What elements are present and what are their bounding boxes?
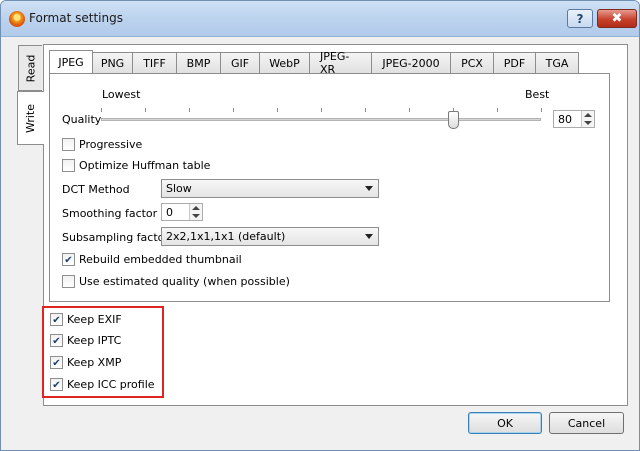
keep-iptc-checkbox[interactable] bbox=[50, 334, 63, 347]
subsampling-factor-select[interactable]: 2x2,1x1,1x1 (default) bbox=[161, 227, 379, 246]
slider-tick bbox=[409, 108, 410, 112]
format-settings-dialog: Format settings ? ✖ Read Write JPEG PNG … bbox=[0, 0, 640, 451]
smoothing-factor-spinbox[interactable]: 0 bbox=[161, 203, 203, 221]
cancel-button[interactable]: Cancel bbox=[549, 412, 624, 434]
keep-icc-label: Keep ICC profile bbox=[67, 378, 155, 391]
keep-iptc-label: Keep IPTC bbox=[67, 334, 122, 347]
tab-pdf[interactable]: PDF bbox=[493, 52, 536, 73]
keep-icc-checkbox[interactable] bbox=[50, 378, 63, 391]
keep-xmp-checkbox[interactable] bbox=[50, 356, 63, 369]
rebuild-thumbnail-label: Rebuild embedded thumbnail bbox=[79, 253, 242, 266]
rebuild-thumbnail-checkbox[interactable] bbox=[62, 253, 75, 266]
slider-tick bbox=[277, 108, 278, 112]
optimize-huffman-label: Optimize Huffman table bbox=[79, 159, 211, 172]
slider-tick bbox=[497, 108, 498, 112]
window-title: Format settings bbox=[29, 11, 123, 25]
smoothing-spin-arrows[interactable] bbox=[189, 204, 202, 220]
keep-exif-label: Keep EXIF bbox=[67, 313, 122, 326]
quality-spinbox[interactable]: 80 bbox=[553, 110, 595, 128]
quality-spin-arrows[interactable] bbox=[581, 111, 594, 127]
slider-tick bbox=[145, 108, 146, 112]
slider-tick bbox=[321, 108, 322, 112]
tab-bmp[interactable]: BMP bbox=[176, 52, 221, 73]
smoothing-factor-label: Smoothing factor bbox=[62, 207, 158, 220]
tab-jpeg[interactable]: JPEG bbox=[49, 50, 93, 73]
tab-tga[interactable]: TGA bbox=[535, 52, 579, 73]
smoothing-factor-value: 0 bbox=[166, 206, 173, 219]
quality-slider-thumb[interactable] bbox=[448, 111, 459, 129]
title-bar[interactable]: Format settings ? ✖ bbox=[1, 1, 639, 37]
progressive-checkbox[interactable] bbox=[62, 138, 75, 151]
estimated-quality-label: Use estimated quality (when possible) bbox=[79, 275, 290, 288]
tab-read-label: Read bbox=[24, 54, 38, 82]
ok-button[interactable]: OK bbox=[468, 412, 542, 434]
keep-xmp-label: Keep XMP bbox=[67, 356, 122, 369]
tab-jpeg-2000[interactable]: JPEG-2000 bbox=[371, 52, 451, 73]
estimated-quality-checkbox[interactable] bbox=[62, 275, 75, 288]
chevron-down-icon bbox=[365, 234, 373, 239]
quality-max-label: Best bbox=[525, 88, 550, 101]
tab-write[interactable]: Write bbox=[17, 91, 44, 145]
tab-jpeg-xr[interactable]: JPEG-XR bbox=[309, 50, 372, 76]
tab-write-label: Write bbox=[24, 103, 38, 133]
subsampling-factor-value: 2x2,1x1,1x1 (default) bbox=[166, 230, 286, 243]
chevron-down-icon bbox=[365, 186, 373, 191]
tab-png[interactable]: PNG bbox=[92, 52, 133, 73]
subsampling-factor-label: Subsampling factor bbox=[62, 231, 169, 244]
dct-method-select[interactable]: Slow bbox=[161, 179, 379, 198]
tab-gif[interactable]: GIF bbox=[220, 52, 260, 73]
progressive-label: Progressive bbox=[79, 138, 143, 151]
quality-slider-track[interactable] bbox=[101, 118, 541, 121]
slider-tick bbox=[365, 108, 366, 112]
format-tab-strip: JPEG PNG TIFF BMP GIF WebP JPEG-XR JPEG-… bbox=[49, 50, 579, 76]
app-icon bbox=[9, 11, 25, 27]
slider-tick bbox=[101, 108, 102, 112]
optimize-huffman-checkbox[interactable] bbox=[62, 159, 75, 172]
dct-method-label: DCT Method bbox=[62, 183, 130, 196]
keep-exif-checkbox[interactable] bbox=[50, 313, 63, 326]
quality-min-label: Lowest bbox=[102, 88, 141, 101]
tab-read[interactable]: Read bbox=[18, 45, 42, 91]
quality-label: Quality bbox=[62, 113, 102, 126]
close-button[interactable]: ✖ bbox=[597, 9, 637, 28]
tab-webp[interactable]: WebP bbox=[259, 52, 310, 73]
slider-tick bbox=[189, 108, 190, 112]
quality-value: 80 bbox=[558, 113, 572, 126]
slider-tick bbox=[233, 108, 234, 112]
tab-pcx[interactable]: PCX bbox=[450, 52, 494, 73]
slider-tick bbox=[541, 108, 542, 112]
dct-method-value: Slow bbox=[166, 182, 192, 195]
tab-tiff[interactable]: TIFF bbox=[132, 52, 177, 73]
help-button[interactable]: ? bbox=[567, 9, 593, 28]
